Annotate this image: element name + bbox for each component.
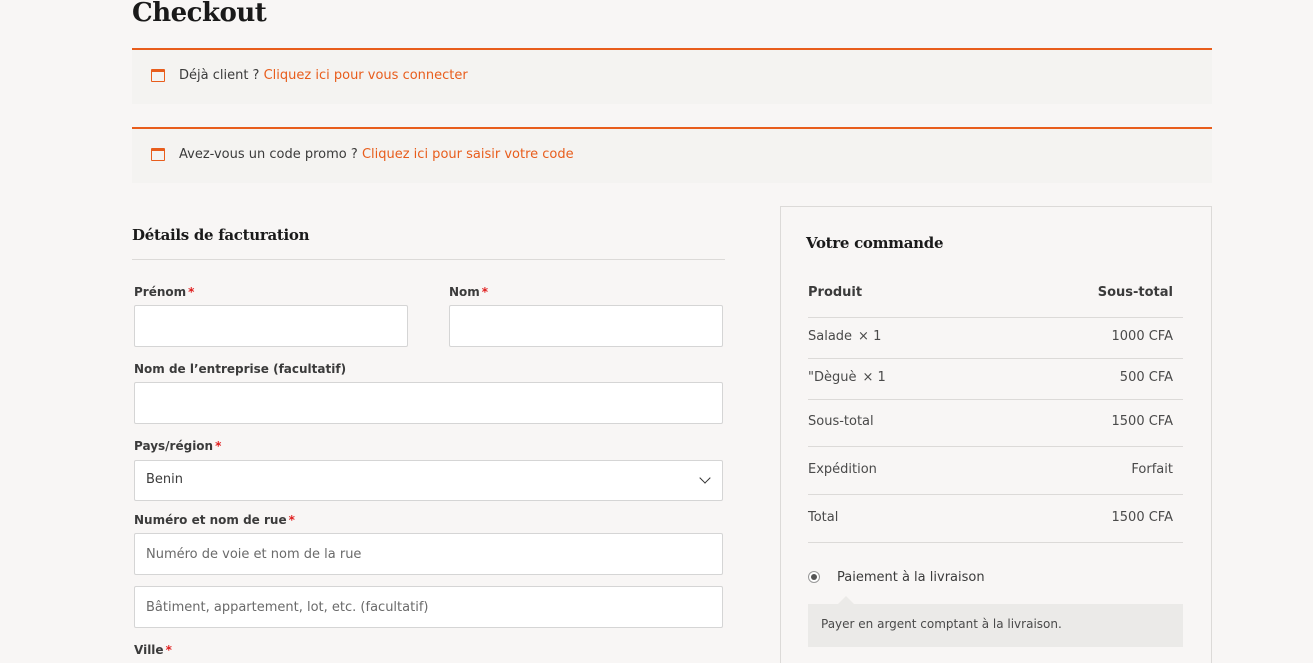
order-header: Produit Sous-total [808,285,1173,300]
billing-title: Détails de facturation [132,226,310,244]
chevron-down-icon [699,472,711,484]
divider [808,446,1183,447]
login-notice: Déjà client ? Cliquez ici pour vous conn… [132,48,1212,104]
company-label: Nom de l’entreprise (facultatif) [134,362,347,376]
country-select[interactable]: Benin [134,460,723,501]
payment-radio[interactable] [808,571,820,583]
login-notice-text: Déjà client ? [179,68,260,83]
divider [808,399,1183,400]
promo-notice: Avez-vous un code promo ? Cliquez ici po… [132,127,1212,183]
shipping-row: Expédition Forfait [808,462,1173,477]
promo-notice-text: Avez-vous un code promo ? [179,147,358,162]
order-title: Votre commande [806,234,944,252]
order-summary: Votre commande Produit Sous-total Salade… [780,206,1212,663]
street-input[interactable] [134,533,723,575]
country-label: Pays/région * [134,439,222,453]
divider [808,542,1183,543]
street-label: Numéro et nom de rue * [134,513,295,527]
city-label: Ville * [134,643,172,657]
divider [808,358,1183,359]
order-item: Salade × 1 1000 CFA [808,329,1173,344]
divider [132,259,725,260]
calendar-icon [151,148,165,161]
divider [808,494,1183,495]
payment-label[interactable]: Paiement à la livraison [837,570,985,585]
divider [808,317,1183,318]
subtotal-row: Sous-total 1500 CFA [808,414,1173,429]
payment-description-box: Payer en argent comptant à la livraison. [808,596,1183,647]
calendar-icon [151,69,165,82]
promo-link[interactable]: Cliquez ici pour saisir votre code [362,147,574,162]
last-name-label: Nom * [449,285,489,299]
total-row: Total 1500 CFA [808,510,1173,525]
first-name-input[interactable] [134,305,408,347]
order-item: "Dèguè × 1 500 CFA [808,370,1173,385]
last-name-input[interactable] [449,305,723,347]
payment-description: Payer en argent comptant à la livraison. [821,617,1062,631]
company-input[interactable] [134,382,723,424]
street-line2-input[interactable] [134,586,723,628]
country-value: Benin [146,472,184,487]
first-name-label: Prénom * [134,285,195,299]
page-title: Checkout [132,0,267,28]
login-link[interactable]: Cliquez ici pour vous connecter [264,68,468,83]
